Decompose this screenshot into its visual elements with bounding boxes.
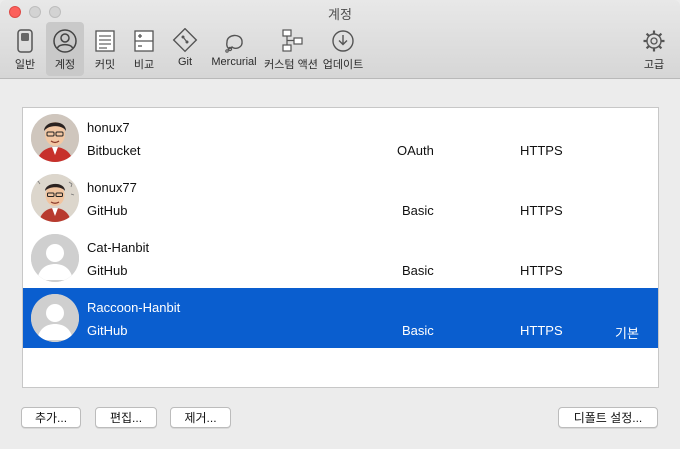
accounts-list[interactable]: honux7 Bitbucket OAuth HTTPS honux77 Git… [22,107,659,388]
avatar [31,234,79,282]
account-auth: Basic [402,263,434,278]
default-user-icon [31,234,79,282]
caricature-avatar-icon [31,174,79,222]
mercurial-icon [225,34,243,53]
toolbar-accounts[interactable]: 계정 [46,22,84,76]
account-name: Cat-Hanbit [87,240,150,255]
account-auth: Basic [402,323,434,338]
toolbar: 계정 일반 계정 커밋 비교 Git Mercurial 커스텀 액션 업데이트… [0,0,680,79]
account-protocol: HTTPS [520,263,563,278]
account-host: GitHub [87,203,128,218]
toolbar-advanced[interactable]: 고급 [637,22,671,76]
toolbar-advanced-label: 고급 [643,59,665,71]
avatar [31,114,79,162]
toolbar-custom-actions[interactable]: 커스텀 액션 [264,22,318,76]
toolbar-general-label: 일반 [14,59,36,71]
toolbar-mercurial[interactable]: Mercurial [207,22,261,76]
default-settings-button[interactable]: 디폴트 설정... [558,407,658,428]
toolbar-accounts-label: 계정 [54,59,76,71]
toolbar-custom-actions-label: 커스텀 액션 [264,59,318,71]
account-protocol: HTTPS [520,143,563,158]
download-circle-icon [332,30,354,52]
diff-icon [134,30,154,52]
edit-account-button[interactable]: 편집... [95,407,157,428]
caricature-avatar-icon [31,114,79,162]
account-host: Bitbucket [87,143,141,158]
switch-icon [17,29,33,53]
account-protocol: HTTPS [520,203,563,218]
toolbar-general[interactable]: 일반 [6,22,44,76]
account-name: honux7 [87,120,130,135]
toolbar-diff-label: 비교 [133,59,155,71]
toolbar-git[interactable]: Git [168,22,202,76]
avatar [31,294,79,342]
account-row[interactable]: honux7 Bitbucket OAuth HTTPS [23,108,658,168]
accounts-window: 계정 일반 계정 커밋 비교 Git Mercurial 커스텀 액션 업데이트… [0,0,680,449]
account-host: GitHub [87,263,128,278]
toolbar-commit[interactable]: 커밋 [88,22,122,76]
account-auth: Basic [402,203,434,218]
account-host: GitHub [87,323,128,338]
account-row-selected[interactable]: Raccoon-Hanbit GitHub Basic HTTPS 기본 [23,288,658,348]
window-title: 계정 [328,7,352,22]
user-circle-icon [53,29,77,53]
account-default-badge: 기본 [615,326,639,341]
document-icon [95,30,115,52]
account-row[interactable]: Cat-Hanbit GitHub Basic HTTPS [23,228,658,288]
avatar [31,174,79,222]
flowchart-icon [282,29,303,52]
account-auth: OAuth [397,143,434,158]
add-account-button[interactable]: 추가... [21,407,81,428]
remove-account-button[interactable]: 제거... [170,407,231,428]
account-name: honux77 [87,180,137,195]
toolbar-update[interactable]: 업데이트 [322,22,364,76]
toolbar-update-label: 업데이트 [322,59,364,71]
toolbar-diff[interactable]: 비교 [127,22,161,76]
git-icon [172,28,198,53]
toolbar-mercurial-label: Mercurial [211,56,257,68]
account-protocol: HTTPS [520,323,563,338]
gear-icon [643,30,665,52]
account-row[interactable]: honux77 GitHub Basic HTTPS [23,168,658,228]
account-name: Raccoon-Hanbit [87,300,181,315]
default-user-icon [31,294,79,342]
toolbar-commit-label: 커밋 [94,59,116,71]
toolbar-git-label: Git [177,56,193,68]
